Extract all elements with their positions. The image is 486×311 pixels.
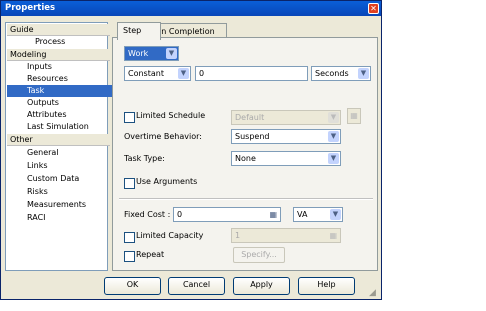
tab-step[interactable]: Step (117, 22, 161, 40)
nav-item-resources[interactable]: Resources (7, 73, 127, 85)
task-type-label: Task Type: (124, 154, 165, 163)
duration-mode-value: Constant (128, 69, 164, 78)
overtime-value: Suspend (235, 132, 270, 141)
fixed-cost-input[interactable]: 0 ▦ (173, 207, 281, 222)
currency-select[interactable]: VA ▼ (293, 207, 343, 222)
help-button[interactable]: Help (298, 277, 355, 295)
overtime-label: Overtime Behavior: (124, 132, 202, 141)
task-type-select[interactable]: None ▼ (231, 151, 341, 166)
task-type-value: None (235, 154, 256, 163)
limited-capacity-label: Limited Capacity (136, 231, 204, 240)
nav-item-general[interactable]: General (7, 147, 127, 159)
section-other: Other (7, 134, 110, 146)
capacity-value: 1 (235, 231, 241, 240)
nav-tree: Guide Process Modeling Inputs Resources … (5, 22, 127, 271)
cancel-button[interactable]: Cancel (168, 277, 225, 295)
separator (119, 198, 373, 200)
chevron-down-icon: ▼ (166, 48, 177, 59)
fixed-cost-label: Fixed Cost : (124, 210, 171, 219)
nav-item-inputs[interactable]: Inputs (7, 61, 127, 73)
nav-item-custom-data[interactable]: Custom Data (7, 173, 127, 185)
calendar-icon[interactable]: ▦ (347, 108, 361, 124)
calculator-icon[interactable]: ▦ (269, 208, 277, 221)
step-type-value: Work (128, 49, 149, 58)
section-modeling: Modeling (7, 49, 110, 61)
nav-item-task[interactable]: Task (7, 85, 127, 97)
schedule-select[interactable]: Default ▼ (231, 110, 341, 125)
chevron-down-icon: ▼ (328, 112, 339, 123)
fixed-cost-value: 0 (177, 210, 183, 219)
chevron-down-icon: ▼ (328, 153, 339, 164)
ok-button[interactable]: OK (104, 277, 161, 295)
limited-schedule-checkbox[interactable] (124, 112, 135, 123)
apply-button[interactable]: Apply (233, 277, 290, 295)
title-bar: Properties ✕ (1, 1, 381, 16)
use-arguments-checkbox[interactable] (124, 178, 135, 189)
capacity-input[interactable]: 1 ▦ (231, 228, 341, 243)
nav-item-outputs[interactable]: Outputs (7, 97, 127, 109)
repeat-label: Repeat (136, 250, 165, 259)
duration-input[interactable]: 0 (195, 66, 308, 81)
close-icon[interactable]: ✕ (368, 3, 379, 14)
duration-unit-select[interactable]: Seconds ▼ (311, 66, 371, 81)
limited-schedule-label: Limited Schedule (136, 111, 206, 120)
section-guide: Guide (7, 24, 110, 36)
nav-item-raci[interactable]: RACI (7, 212, 127, 224)
nav-item-risks[interactable]: Risks (7, 186, 127, 198)
duration-mode-select[interactable]: Constant ▼ (124, 66, 191, 81)
chevron-down-icon: ▼ (328, 131, 339, 142)
resize-grip-icon[interactable]: ◢ (369, 288, 379, 298)
properties-window: Properties ✕ Guide Process Modeling Inpu… (0, 0, 382, 300)
schedule-value: Default (235, 113, 265, 122)
use-arguments-label: Use Arguments (136, 177, 198, 186)
specify-button[interactable]: Specify... (233, 247, 285, 263)
chevron-down-icon: ▼ (330, 209, 341, 220)
calculator-icon: ▦ (329, 231, 337, 240)
limited-capacity-checkbox[interactable] (124, 232, 135, 243)
nav-item-attributes[interactable]: Attributes (7, 109, 127, 121)
nav-item-measurements[interactable]: Measurements (7, 199, 127, 211)
overtime-select[interactable]: Suspend ▼ (231, 129, 341, 144)
nav-item-last-simulation[interactable]: Last Simulation (7, 121, 127, 133)
chevron-down-icon: ▼ (358, 68, 369, 79)
nav-item-links[interactable]: Links (7, 160, 127, 172)
currency-value: VA (297, 210, 308, 219)
chevron-down-icon: ▼ (178, 68, 189, 79)
duration-unit-value: Seconds (315, 69, 349, 78)
repeat-checkbox[interactable] (124, 251, 135, 262)
step-type-select[interactable]: Work ▼ (124, 46, 179, 61)
window-title: Properties (5, 3, 56, 13)
